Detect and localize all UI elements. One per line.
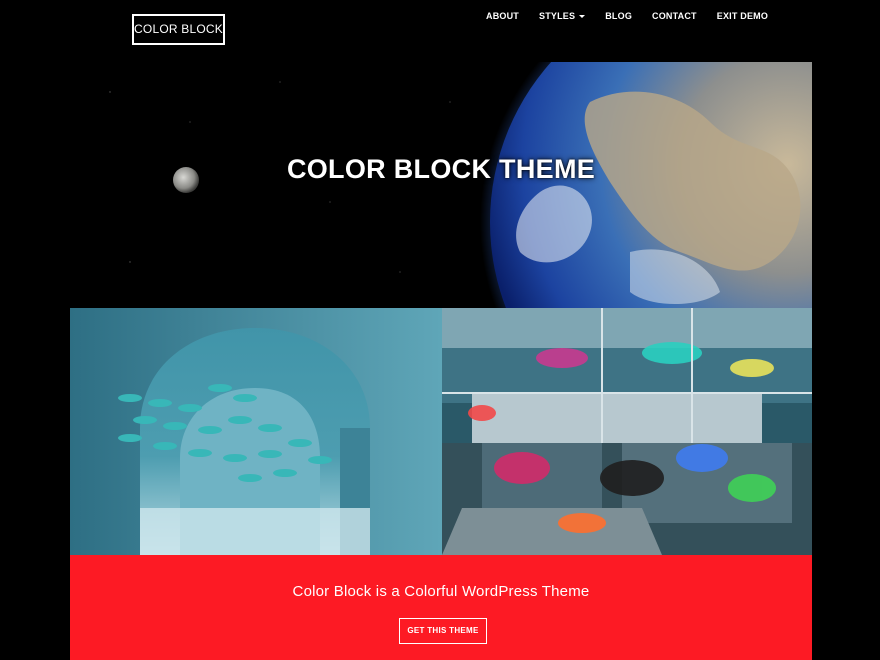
hero-title: COLOR BLOCK THEME — [286, 154, 596, 184]
caret-down-icon — [579, 15, 586, 18]
earth-space-image — [70, 62, 812, 308]
cta-section: Color Block is a Colorful WordPress Them… — [70, 555, 812, 660]
nav-item-styles[interactable]: STYLES — [539, 11, 586, 21]
main-nav: ABOUT STYLES BLOG CONTACT EXIT DEMO — [486, 9, 768, 23]
image-block-fish[interactable] — [70, 308, 442, 555]
site-logo[interactable]: COLOR BLOCK — [132, 14, 225, 45]
graffiti-building-image — [442, 308, 812, 555]
nav-item-label: ABOUT — [486, 11, 519, 21]
nav-item-label: EXIT DEMO — [716, 11, 769, 21]
nav-item-label: CONTACT — [652, 11, 697, 21]
nav-item-contact[interactable]: CONTACT — [652, 11, 697, 21]
nav-item-blog[interactable]: BLOG — [605, 11, 632, 21]
nav-item-label: BLOG — [605, 11, 633, 21]
image-block-graffiti[interactable] — [442, 308, 812, 555]
fish-arches-image — [70, 308, 442, 555]
hero-banner: COLOR BLOCK THEME — [70, 62, 812, 308]
page: COLOR BLOCK ABOUT STYLES BLOG CONTACT EX… — [0, 0, 880, 660]
nav-item-about[interactable]: ABOUT — [486, 11, 519, 21]
nav-item-exit-demo[interactable]: EXIT DEMO — [717, 11, 768, 21]
nav-item-label: STYLES — [539, 11, 576, 21]
cta-text: Color Block is a Colorful WordPress Them… — [292, 583, 590, 600]
get-theme-button[interactable]: GET THIS THEME — [399, 618, 487, 644]
site-header: COLOR BLOCK ABOUT STYLES BLOG CONTACT EX… — [0, 0, 880, 62]
